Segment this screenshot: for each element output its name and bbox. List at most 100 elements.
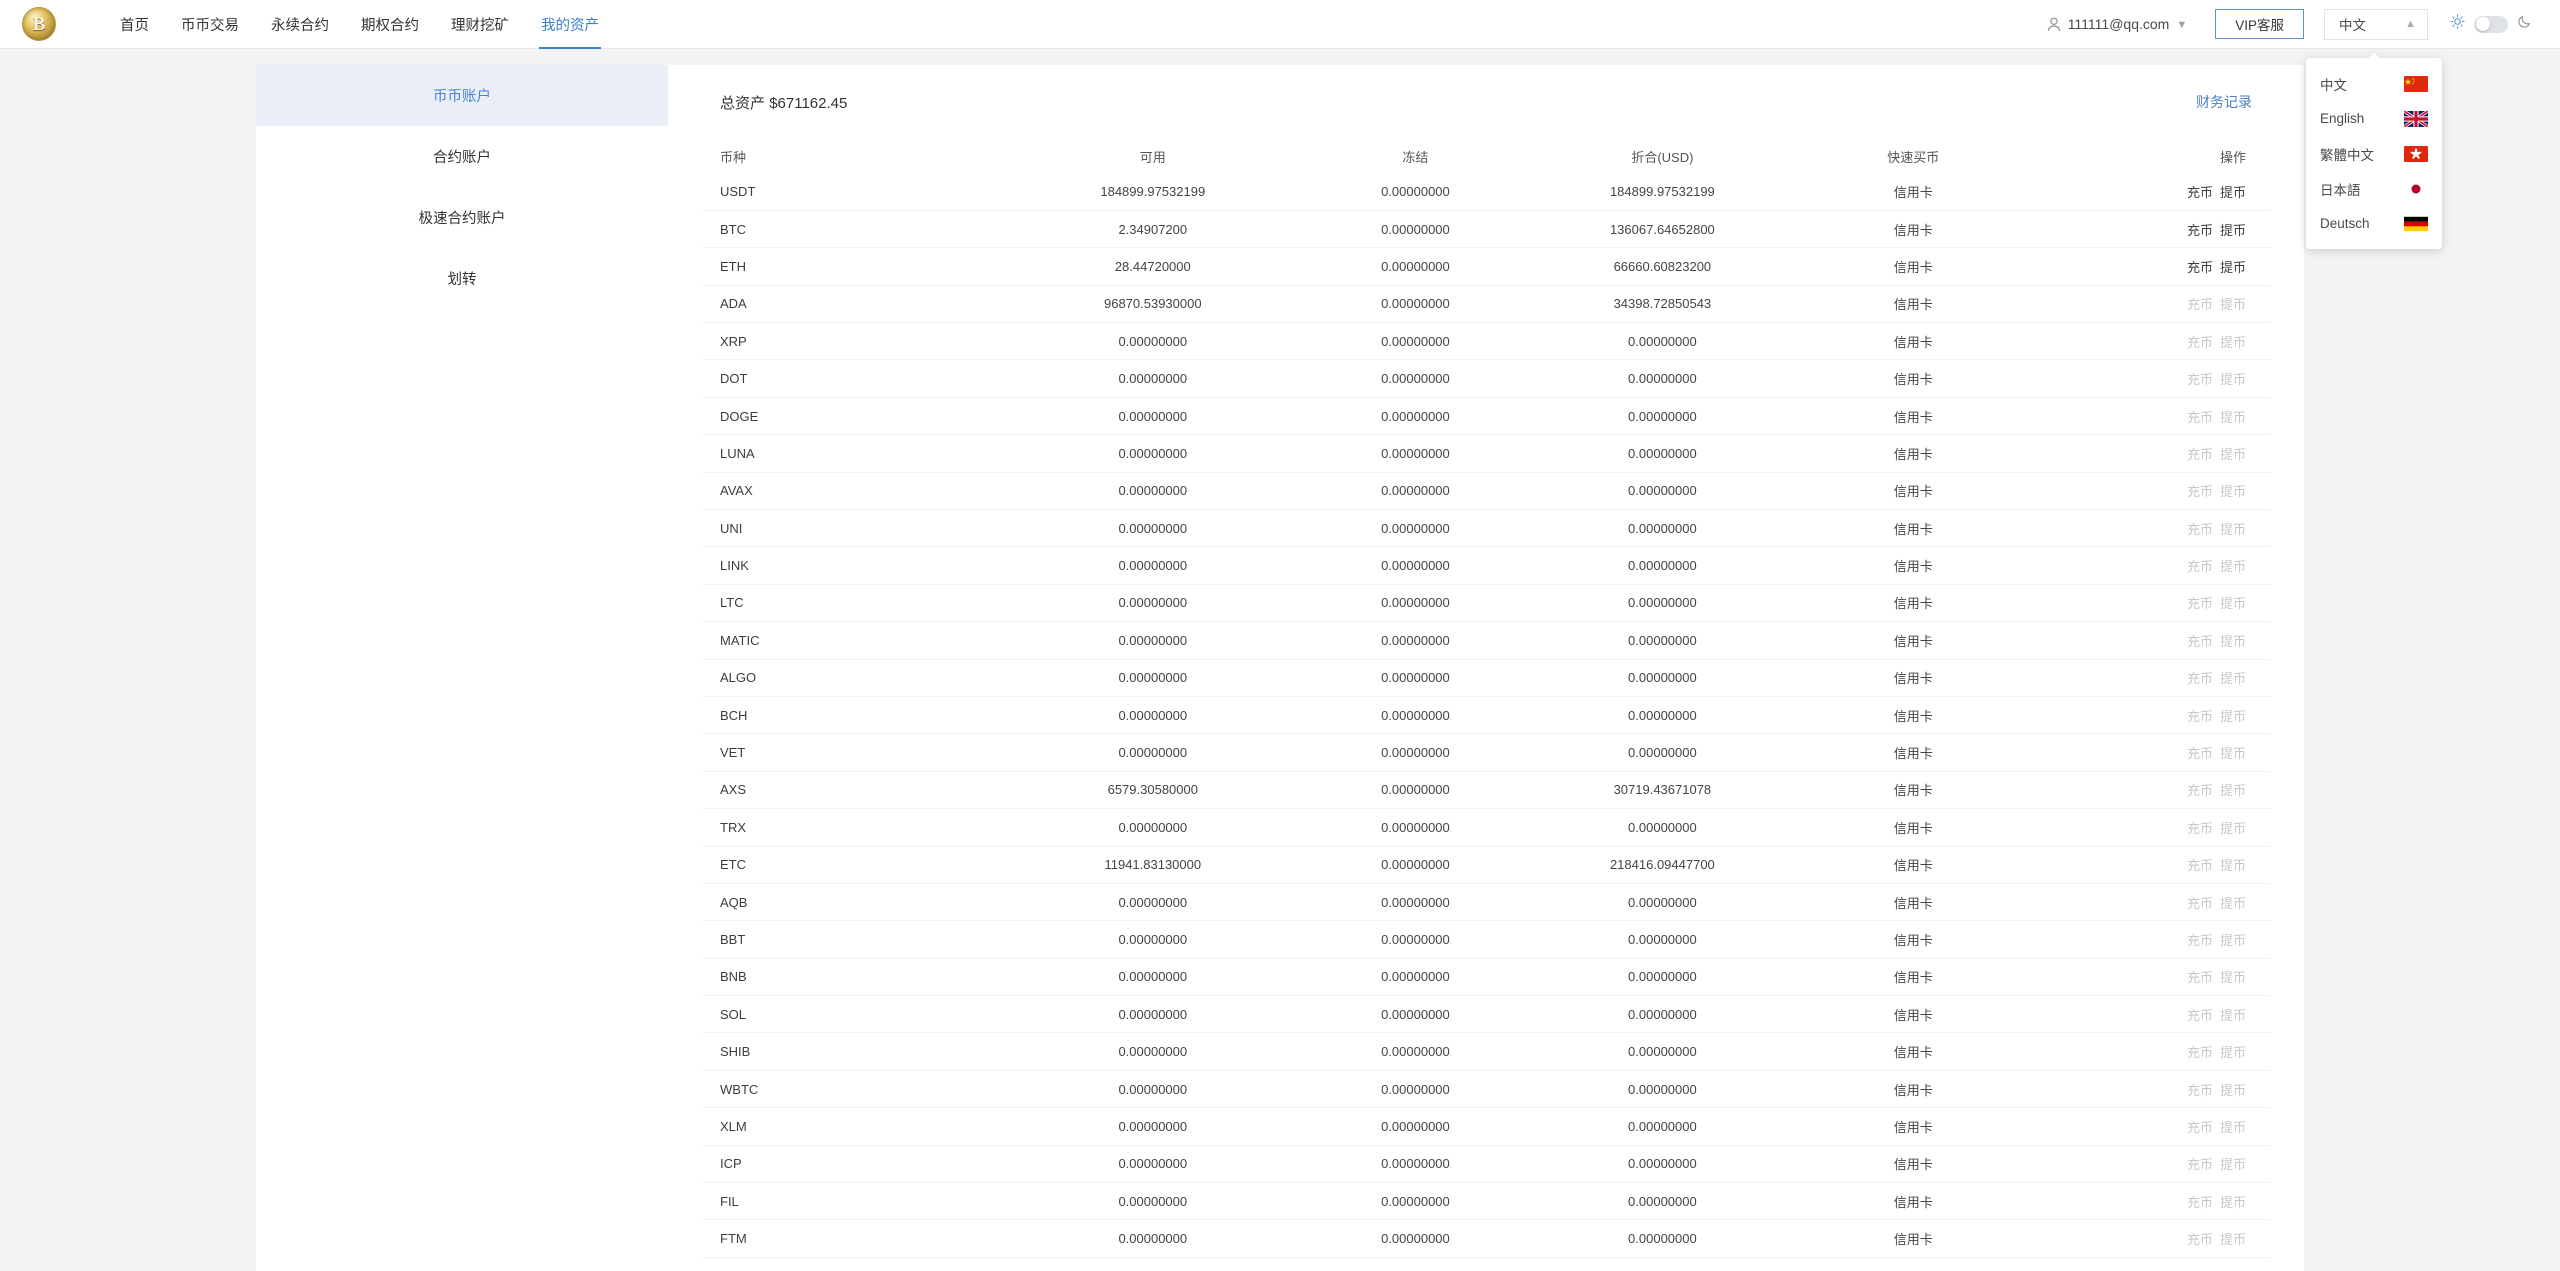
theme-toggle-switch[interactable] bbox=[2474, 15, 2508, 33]
assets-table: 币种 可用 冻结 折合(USD) 快速买币 操作 USDT 184899.9753… bbox=[702, 139, 2270, 1258]
table-row: DOT 0.00000000 0.00000000 0.00000000 信用卡 充币 提币 bbox=[702, 359, 2270, 398]
credit-card-buy-link[interactable]: 信用卡 bbox=[1894, 447, 1933, 462]
deposit-link: 充币 bbox=[2186, 446, 2213, 462]
credit-card-buy-link[interactable]: 信用卡 bbox=[1894, 596, 1933, 611]
cell-available-amount: 0.00000000 bbox=[1007, 621, 1298, 660]
credit-card-buy-link[interactable]: 信用卡 bbox=[1894, 1045, 1933, 1060]
sidebar-item-contract-account[interactable]: 合约账户 bbox=[256, 126, 668, 187]
credit-card-buy-link[interactable]: 信用卡 bbox=[1894, 783, 1933, 798]
assets-summary-bar: 总资产 $671162.45 财务记录 bbox=[702, 65, 2270, 139]
table-row: BCH 0.00000000 0.00000000 0.00000000 信用卡 充币 提币 bbox=[702, 696, 2270, 735]
credit-card-buy-link[interactable]: 信用卡 bbox=[1894, 1008, 1933, 1023]
nav-item-options-contract[interactable]: 期权合约 bbox=[345, 0, 435, 49]
credit-card-buy-link[interactable]: 信用卡 bbox=[1894, 335, 1933, 350]
cell-coin-symbol: ICP bbox=[702, 1145, 1008, 1184]
credit-card-buy-link[interactable]: 信用卡 bbox=[1894, 858, 1933, 873]
site-logo-icon[interactable]: B bbox=[22, 7, 56, 41]
cell-usd-value: 0.00000000 bbox=[1533, 546, 1792, 585]
credit-card-buy-link[interactable]: 信用卡 bbox=[1894, 1083, 1933, 1098]
cell-available-amount: 0.00000000 bbox=[1007, 883, 1298, 922]
credit-card-buy-link[interactable]: 信用卡 bbox=[1894, 634, 1933, 649]
credit-card-buy-link[interactable]: 信用卡 bbox=[1894, 896, 1933, 911]
credit-card-buy-link[interactable]: 信用卡 bbox=[1894, 372, 1933, 387]
cell-available-amount: 0.00000000 bbox=[1007, 1145, 1298, 1184]
deposit-link[interactable]: 充币 bbox=[2187, 223, 2213, 238]
withdraw-link[interactable]: 提币 bbox=[2220, 260, 2246, 275]
withdraw-link[interactable]: 提币 bbox=[2220, 223, 2246, 238]
moon-icon[interactable] bbox=[2517, 14, 2532, 34]
credit-card-buy-link[interactable]: 信用卡 bbox=[1894, 933, 1933, 948]
credit-card-buy-link[interactable]: 信用卡 bbox=[1894, 185, 1933, 200]
language-option-english[interactable]: English bbox=[2306, 101, 2442, 136]
deposit-link: 充币 bbox=[2186, 409, 2213, 425]
cell-available-amount: 0.00000000 bbox=[1007, 397, 1298, 436]
language-option-label: 日本語 bbox=[2320, 182, 2361, 198]
cell-usd-value: 0.00000000 bbox=[1533, 995, 1792, 1034]
vip-support-button[interactable]: VIP客服 bbox=[2215, 9, 2304, 39]
language-option-german[interactable]: Deutsch bbox=[2306, 206, 2442, 241]
credit-card-buy-link[interactable]: 信用卡 bbox=[1894, 484, 1933, 499]
withdraw-link[interactable]: 提币 bbox=[2220, 185, 2246, 200]
credit-card-buy-link[interactable]: 信用卡 bbox=[1894, 410, 1933, 425]
sidebar-item-fast-contract-account[interactable]: 极速合约账户 bbox=[256, 187, 668, 248]
table-row: WBTC 0.00000000 0.00000000 0.00000000 信用卡 充币提… bbox=[702, 1070, 2270, 1109]
withdraw-link: 提币 bbox=[2219, 334, 2246, 350]
flag-china-icon bbox=[2404, 75, 2428, 92]
credit-card-buy-link[interactable]: 信用卡 bbox=[1894, 1232, 1933, 1247]
deposit-link[interactable]: 充币 bbox=[2187, 185, 2213, 200]
nav-item-my-assets[interactable]: 我的资产 bbox=[525, 0, 615, 49]
withdraw-link: 提币 bbox=[2219, 1082, 2246, 1098]
cell-actions: 充币 提币 bbox=[2034, 322, 2270, 361]
deposit-link: 充币 bbox=[2186, 708, 2213, 724]
credit-card-buy-link[interactable]: 信用卡 bbox=[1894, 223, 1933, 238]
cell-quick-buy: 信用卡 bbox=[1791, 397, 2035, 436]
cell-available-amount: 0.00000000 bbox=[1007, 584, 1298, 623]
cell-frozen-amount: 0.00000000 bbox=[1297, 1219, 1534, 1258]
deposit-link: 充币 bbox=[2186, 1194, 2213, 1210]
cell-frozen-amount: 0.00000000 bbox=[1297, 1107, 1534, 1146]
cell-usd-value: 0.00000000 bbox=[1533, 808, 1792, 847]
credit-card-buy-link[interactable]: 信用卡 bbox=[1894, 559, 1933, 574]
language-selector[interactable]: 中文 ▲ bbox=[2324, 8, 2428, 40]
user-account-menu[interactable]: 111111@qq.com ▼ bbox=[2047, 16, 2198, 32]
cell-available-amount: 0.00000000 bbox=[1007, 995, 1298, 1034]
cell-frozen-amount: 0.00000000 bbox=[1297, 733, 1534, 772]
withdraw-link: 提币 bbox=[2219, 1157, 2246, 1173]
language-option-chinese[interactable]: 中文 bbox=[2306, 66, 2442, 101]
sun-icon[interactable] bbox=[2450, 14, 2465, 34]
cell-frozen-amount: 0.00000000 bbox=[1297, 509, 1534, 548]
credit-card-buy-link[interactable]: 信用卡 bbox=[1894, 260, 1933, 275]
credit-card-buy-link[interactable]: 信用卡 bbox=[1894, 746, 1933, 761]
language-option-japanese[interactable]: 日本語 bbox=[2306, 171, 2442, 206]
credit-card-buy-link[interactable]: 信用卡 bbox=[1894, 821, 1933, 836]
cell-coin-symbol: AQB bbox=[702, 883, 1008, 922]
cell-actions: 充币 提币 bbox=[2034, 247, 2270, 286]
credit-card-buy-link[interactable]: 信用卡 bbox=[1894, 297, 1933, 312]
nav-item-home[interactable]: 首页 bbox=[104, 0, 165, 49]
nav-item-perpetual-contract[interactable]: 永续合约 bbox=[255, 0, 345, 49]
cell-frozen-amount: 0.00000000 bbox=[1297, 846, 1534, 884]
sidebar-item-spot-account[interactable]: 币币账户 bbox=[256, 65, 668, 126]
table-row: AQB 0.00000000 0.00000000 0.00000000 信用卡 充币 提币 bbox=[702, 883, 2270, 922]
language-option-traditional-chinese[interactable]: 繁體中文 bbox=[2306, 136, 2442, 171]
credit-card-buy-link[interactable]: 信用卡 bbox=[1894, 970, 1933, 985]
financial-record-link[interactable]: 财务记录 bbox=[2196, 92, 2252, 112]
cell-available-amount: 0.00000000 bbox=[1007, 696, 1298, 735]
credit-card-buy-link[interactable]: 信用卡 bbox=[1894, 709, 1933, 724]
sidebar-item-label: 合约账户 bbox=[433, 150, 491, 166]
credit-card-buy-link[interactable]: 信用卡 bbox=[1894, 671, 1933, 686]
logo-letter: B bbox=[32, 13, 46, 35]
credit-card-buy-link[interactable]: 信用卡 bbox=[1894, 522, 1933, 537]
nav-item-spot-trading[interactable]: 币币交易 bbox=[165, 0, 255, 49]
cell-coin-symbol: MATIC bbox=[702, 621, 1008, 660]
nav-label: 币币交易 bbox=[181, 17, 239, 34]
credit-card-buy-link[interactable]: 信用卡 bbox=[1894, 1120, 1933, 1135]
table-row: MATIC 0.00000000 0.00000000 0.00000000 信用卡 充币… bbox=[702, 621, 2270, 660]
credit-card-buy-link[interactable]: 信用卡 bbox=[1894, 1157, 1933, 1172]
cell-coin-symbol: SHIB bbox=[702, 1032, 1008, 1071]
cell-actions: 充币 提币 bbox=[2034, 509, 2270, 548]
nav-item-finance-mining[interactable]: 理财挖矿 bbox=[435, 0, 525, 49]
sidebar-item-transfer[interactable]: 划转 bbox=[256, 248, 668, 309]
credit-card-buy-link[interactable]: 信用卡 bbox=[1894, 1195, 1933, 1210]
deposit-link[interactable]: 充币 bbox=[2187, 260, 2213, 275]
